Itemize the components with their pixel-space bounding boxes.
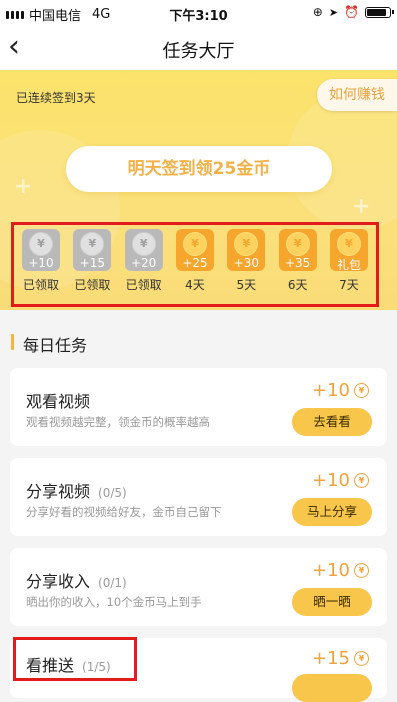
day-card: ¥ +15 [73,229,112,271]
alarm-icon: ⏰ [344,5,359,19]
task-reward: +10 ¥ [312,380,369,401]
checkin-day-3: ¥ +20 已领取 [121,229,167,304]
task-reward: +10 ¥ [312,560,369,581]
day-amount: +15 [79,256,105,270]
task-reward: +10 ¥ [312,470,369,491]
status-right: ⊕ ➤ ⏰ [312,5,394,19]
coin-icon: ¥ [131,232,156,256]
how-to-earn-button[interactable]: 如何赚钱 [317,79,397,111]
task-card-share-video: 分享视频 (0/5) 分享好看的视频给好友，金币自己留下 +10 ¥ 马上分享 [10,458,387,536]
reward-amount: +10 [312,380,350,401]
day-label: 已领取 [74,278,111,292]
task-name: 观看视频 [26,388,98,412]
page-title: 任务大厅 [162,41,235,62]
task-name-text: 分享视频 [26,482,91,501]
watch-video-button[interactable]: 去看看 [292,408,372,436]
day-amount: +35 [284,256,311,270]
show-off-button[interactable]: 晒一晒 [292,588,372,616]
day-card: ¥ +35 [278,229,317,271]
task-reward: +15 ¥ [312,648,369,669]
highlight-annotation [13,637,137,681]
coin-icon: ¥ [285,232,310,256]
checkin-day-7: ¥ 礼包 7天 [326,229,372,304]
plus-decoration: + [352,194,371,219]
day-card: ¥ +20 [124,229,163,271]
rotation-lock-icon: ⊕ [312,5,323,19]
day-amount: +10 [28,256,54,270]
day-label: 已领取 [22,278,59,292]
plus-decoration: + [14,174,33,199]
day-amount: +30 [233,256,259,270]
checkin-day-4: ¥ +25 4天 [172,229,218,304]
checkin-day-2: ¥ +15 已领取 [69,229,115,304]
coin-icon: ¥ [29,232,53,256]
checkin-day-6: ¥ +35 6天 [275,229,321,304]
day-label: 5天 [236,278,257,292]
coin-icon: ¥ [234,232,259,256]
task-description: 分享好看的视频给好友，金币自己留下 [26,505,222,519]
task-name-text: 观看视频 [26,392,91,411]
view-push-button[interactable] [292,674,372,702]
day-label: 4天 [185,278,205,292]
task-name: 分享收入 (0/1) [26,568,127,592]
reward-amount: +10 [312,560,350,581]
battery-icon [365,6,394,18]
task-name-text: 分享收入 [26,572,91,591]
day-card: ¥ +25 [175,229,214,271]
coin-icon: ¥ [336,232,361,256]
status-bar: 中国电信 4G 下午3:10 ⊕ ➤ ⏰ [0,0,397,26]
day-card: ¥ +30 [227,229,266,271]
task-progress: (0/1) [98,576,127,590]
day-amount: +25 [182,256,208,270]
checkin-streak-text: 已连续签到3天 [16,91,96,105]
checkin-days-row: ¥ +10 已领取 ¥ +15 已领取 ¥ +20 已领取 ¥ +25 4天 ¥… [11,222,379,307]
checkin-banner: + + 已连续签到3天 如何赚钱 明天签到领25金币 ¥ +10 已领取 ¥ +… [0,70,397,310]
coin-icon: ¥ [354,383,369,398]
location-icon: ➤ [328,5,339,19]
coin-icon: ¥ [354,473,369,488]
day-amount: 礼包 [336,258,361,272]
coin-icon: ¥ [354,651,369,666]
tomorrow-checkin-button[interactable]: 明天签到领25金币 [66,146,332,192]
nav-bar: ‹ 任务大厅 [0,26,397,70]
day-label: 6天 [287,278,308,292]
coin-icon: ¥ [80,232,105,256]
task-description: 晒出你的收入，10个金币马上到手 [26,595,202,609]
checkin-day-1: ¥ +10 已领取 [18,229,64,304]
task-name: 分享视频 (0/5) [26,478,127,502]
coin-icon: ¥ [354,563,369,578]
coin-icon: ¥ [182,232,207,256]
task-card-share-income: 分享收入 (0/1) 晒出你的收入，10个金币马上到手 +10 ¥ 晒一晒 [10,548,387,626]
day-label: 7天 [339,278,359,292]
day-card: ¥ +10 [22,229,60,271]
day-label: 已领取 [125,278,162,292]
task-description: 观看视频越完整，领金币的概率越高 [26,415,210,429]
reward-amount: +15 [312,648,350,669]
day-amount: +20 [130,256,157,270]
checkin-day-5: ¥ +30 5天 [223,229,269,304]
reward-amount: +10 [312,470,350,491]
day-card: ¥ 礼包 [329,229,368,272]
task-progress: (0/5) [98,486,127,500]
section-title: 每日任务 [11,332,87,356]
share-now-button[interactable]: 马上分享 [292,498,372,526]
task-card-watch-video: 观看视频 观看视频越完整，领金币的概率越高 +10 ¥ 去看看 [10,368,387,446]
